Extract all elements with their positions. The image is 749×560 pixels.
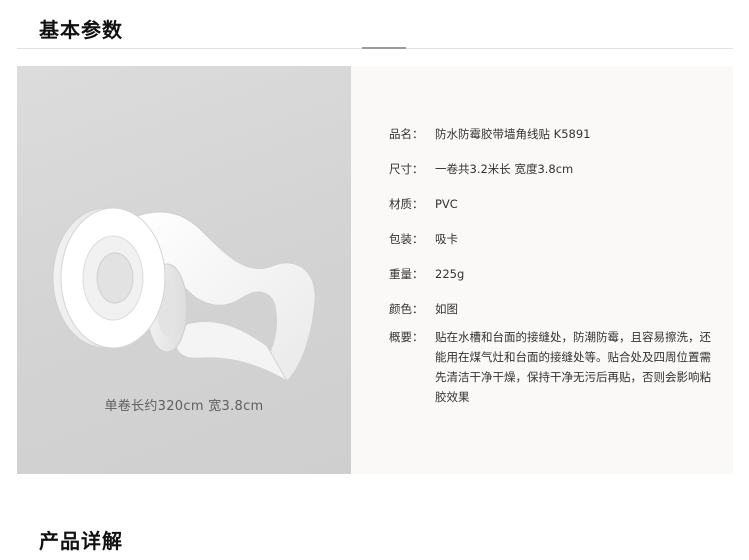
spec-key: 尺寸：: [389, 162, 424, 176]
photo-caption: 单卷长约320cm 宽3.8cm: [104, 399, 264, 414]
spec-key: 重量：: [389, 267, 424, 281]
spec-row-summary: 概要： 贴在水槽和台面的接缝处，防潮防霉，且容易擦洗，还能用在煤气灶和台面的接缝…: [389, 327, 719, 407]
spec-row-size: 尺寸： 一卷共3.2米长 宽度3.8cm: [389, 159, 719, 179]
spec-value: 如图: [435, 302, 458, 316]
section-title-basic-params: 基本参数: [39, 18, 123, 42]
spec-key: 包装：: [389, 232, 424, 246]
spec-row-packaging: 包装： 吸卡: [389, 229, 719, 249]
spec-row-weight: 重量： 225g: [389, 264, 719, 284]
spec-row-color: 颜色： 如图: [389, 299, 719, 319]
spec-value: PVC: [435, 197, 458, 211]
product-photo: 单卷长约320cm 宽3.8cm: [17, 66, 351, 474]
spec-value: 225g: [435, 267, 465, 281]
spec-value: 贴在水槽和台面的接缝处，防潮防霉，且容易擦洗，还能用在煤气灶和台面的接缝处等。贴…: [435, 330, 711, 404]
section-title-product-details: 产品详解: [39, 529, 123, 553]
spec-value: 防水防霉胶带墙角线贴 K5891: [435, 127, 591, 141]
spec-key: 品名：: [389, 127, 424, 141]
product-spec-panel: 单卷长约320cm 宽3.8cm 品名： 防水防霉胶带墙角线贴 K5891 尺寸…: [17, 66, 733, 474]
spec-key: 材质：: [389, 197, 424, 211]
spec-row-material: 材质： PVC: [389, 194, 719, 214]
spec-row-name: 品名： 防水防霉胶带墙角线贴 K5891: [389, 124, 719, 144]
spec-key: 概要：: [389, 330, 424, 344]
section-divider-accent: [362, 47, 406, 49]
spec-value: 吸卡: [435, 232, 458, 246]
spec-value: 一卷共3.2米长 宽度3.8cm: [435, 162, 574, 176]
spec-key: 颜色：: [389, 302, 424, 316]
